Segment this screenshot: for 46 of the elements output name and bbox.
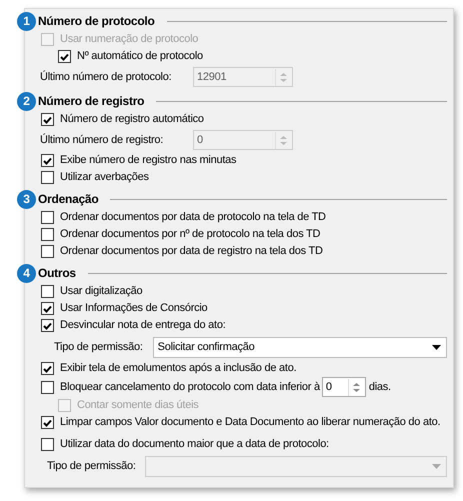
checkbox-label: Exibir tela de emolumentos após a inclusão de ato. <box>60 361 296 376</box>
section-title: Número de protocolo <box>38 13 155 30</box>
field-label: Tipo de permissão: <box>54 340 143 355</box>
field-label: Último número de protocolo: <box>40 70 172 85</box>
section-title: Número de registro <box>38 93 144 110</box>
checkbox[interactable] <box>41 438 54 451</box>
checkbox-label: Ordenar documentos por data de protocolo na tela de TD <box>60 210 326 226</box>
field-label: Tipo de permissão: <box>47 458 136 474</box>
checkbox-label: Exibe número de registro nas minutas <box>60 153 236 168</box>
checkbox-label: Usar digitalização <box>60 284 142 300</box>
number-badge: 3 <box>17 190 36 208</box>
caret-icon <box>432 344 441 350</box>
checkbox[interactable] <box>41 319 54 332</box>
checkbox-label: Ordenar documentos por data de registro na tela dos TD <box>60 244 323 260</box>
checkbox-label: Bloquear cancelamento do protocolo com data inferior à <box>60 380 320 395</box>
field-label: Último número de registro: <box>40 132 164 148</box>
number-badge: 1 <box>17 12 36 30</box>
checkbox-label: Nº automático de protocolo <box>77 49 203 64</box>
checkbox[interactable] <box>41 245 54 258</box>
dropdown[interactable]: Solicitar confirmação <box>152 336 447 358</box>
number-badge: 4 <box>17 264 36 282</box>
checkbox-label: Usar numeração de protocolo <box>60 32 198 48</box>
checkbox[interactable] <box>41 285 54 298</box>
checkbox[interactable] <box>41 154 54 167</box>
checkbox-label: Desvincular nota de entrega do ato: <box>60 318 226 334</box>
checkbox-label: Contar somente dias úteis <box>77 398 199 414</box>
checkbox-label: Número de registro automático <box>60 112 204 128</box>
number-badge: 2 <box>17 92 36 110</box>
checkbox[interactable] <box>41 362 54 375</box>
checkbox[interactable] <box>41 113 54 126</box>
checkbox-label: Utilizar averbações <box>60 170 149 186</box>
checkbox[interactable] <box>41 380 54 394</box>
checkbox[interactable] <box>41 228 54 241</box>
checkbox[interactable] <box>41 416 54 429</box>
section-title: Outros <box>38 265 76 282</box>
caret-icon <box>432 464 441 468</box>
checkbox[interactable] <box>41 171 54 184</box>
number-field[interactable]: 0 <box>322 377 366 397</box>
checkbox-label: Ordenar documentos por nº de protocolo na tela dos TD <box>60 227 320 242</box>
checkbox-label: Utilizar data do documento maior que a data de protocolo: <box>60 437 329 452</box>
checkbox[interactable] <box>41 302 54 315</box>
checkbox-label: Usar Informações de Consórcio <box>60 301 208 316</box>
suffix-label: dias. <box>368 380 391 395</box>
checkbox[interactable] <box>41 211 54 224</box>
section-title: Ordenação <box>38 191 98 208</box>
checkbox-label: Limpar campos Valor documento e Data Documento ao liberar numeração do ato. <box>60 415 440 430</box>
